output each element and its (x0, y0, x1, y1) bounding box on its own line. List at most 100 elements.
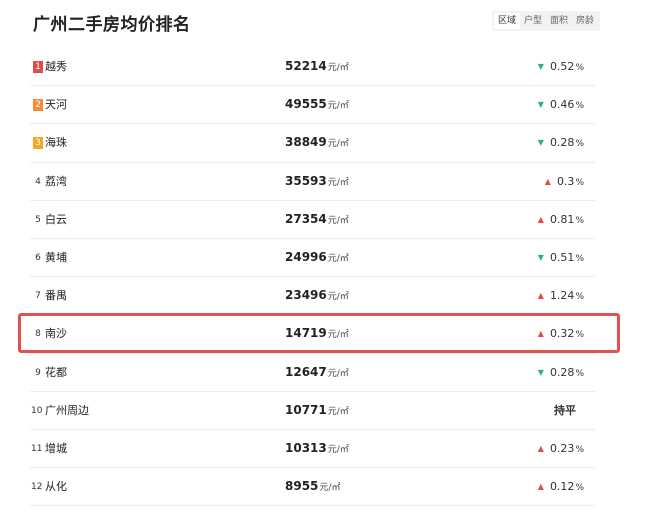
price-number: 52214 (285, 59, 327, 73)
district-name[interactable]: 番禺 (45, 288, 67, 304)
district-name[interactable]: 越秀 (45, 59, 67, 75)
list-item[interactable]: 5 白云 27354元/㎡ ▲ 0.81% (30, 201, 596, 239)
triangle-down-icon: ▼ (537, 138, 544, 148)
price-value: 14719元/㎡ (285, 325, 349, 344)
price-value: 27354元/㎡ (285, 211, 349, 230)
price-unit: 元/㎡ (327, 63, 349, 73)
price-unit: 元/㎡ (327, 292, 349, 303)
rank-badge: 2 (33, 99, 43, 112)
percent-sign: % (575, 139, 584, 150)
change-percent: 0.12 (549, 480, 575, 494)
triangle-up-icon: ▲ (537, 482, 544, 492)
price-unit: 元/㎡ (327, 406, 349, 417)
change-value: ▼ 0.52% (538, 59, 584, 76)
list-item[interactable]: 10 广州周边 10771元/㎡ 持平 (30, 392, 596, 430)
list-item[interactable]: 6 黄埔 24996元/㎡ ▼ 0.51% (30, 239, 596, 278)
flat-label: 持平 (554, 403, 576, 417)
change-value: ▲ 1.24% (538, 288, 584, 305)
list-item[interactable]: 1 越秀 52214元/㎡ ▼ 0.52% (30, 48, 596, 87)
district-name[interactable]: 海珠 (45, 135, 67, 151)
price-value: 8955元/㎡ (285, 478, 340, 497)
rank-badge: 1 (33, 61, 43, 73)
tab-district[interactable]: 区域 (494, 13, 521, 29)
change-percent: 0.52 (549, 60, 575, 73)
percent-sign: % (575, 368, 584, 379)
rank-badge: 4 (35, 176, 41, 187)
tab-bar: 区域 户型 面积 房龄 (492, 11, 601, 31)
rank-badge: 9 (35, 367, 41, 378)
triangle-down-icon: ▼ (537, 62, 544, 71)
price-unit: 元/㎡ (327, 330, 349, 341)
tab-area[interactable]: 面积 (546, 13, 572, 29)
tab-layout[interactable]: 户型 (520, 13, 546, 29)
district-name[interactable]: 广州周边 (45, 403, 89, 419)
ranking-list: 1 越秀 52214元/㎡ ▼ 0.52% 2 天河 49555元/㎡ ▼ 0.46% 3 海珠 388… (30, 48, 596, 507)
change-value: ▼ 0.28% (538, 135, 584, 152)
rank-badge: 3 (33, 137, 43, 150)
percent-sign: % (575, 483, 584, 494)
percent-sign: % (575, 215, 584, 226)
district-name[interactable]: 天河 (45, 97, 67, 113)
change-value: ▼ 0.51% (538, 250, 584, 267)
district-name[interactable]: 从化 (45, 479, 67, 495)
change-value: 持平 (554, 403, 584, 419)
triangle-down-icon: ▼ (537, 367, 544, 377)
rank-badge: 7 (35, 291, 41, 302)
price-number: 12647 (285, 364, 327, 379)
price-number: 14719 (285, 326, 327, 341)
percent-sign: % (575, 444, 584, 455)
price-unit: 元/㎡ (327, 177, 349, 188)
price-number: 27354 (285, 211, 327, 226)
list-item[interactable]: 11 增城 10313元/㎡ ▲ 0.23% (30, 430, 596, 469)
price-unit: 元/㎡ (327, 253, 349, 264)
district-name[interactable]: 增城 (45, 441, 67, 457)
change-value: ▲ 0.81% (538, 212, 584, 229)
percent-sign: % (575, 253, 584, 264)
triangle-up-icon: ▲ (537, 443, 544, 453)
rank-badge: 12 (31, 482, 43, 493)
list-item[interactable]: 8 南沙 14719元/㎡ ▲ 0.32% (30, 315, 596, 354)
price-number: 35593 (285, 173, 327, 188)
price-unit: 元/㎡ (319, 483, 341, 494)
district-name[interactable]: 白云 (45, 212, 67, 228)
price-value: 23496元/㎡ (285, 287, 349, 306)
list-item[interactable]: 7 番禺 23496元/㎡ ▲ 1.24% (30, 277, 596, 316)
change-percent: 1.24 (549, 289, 575, 303)
change-value: ▲ 0.23% (538, 441, 584, 458)
list-item[interactable]: 4 荔湾 35593元/㎡ ▲ 0.3% (30, 163, 596, 201)
district-name[interactable]: 荔湾 (45, 174, 67, 190)
price-value: 49555元/㎡ (285, 96, 349, 115)
price-number: 24996 (285, 249, 327, 264)
percent-sign: % (575, 101, 584, 112)
change-percent: 0.32 (549, 327, 575, 341)
district-name[interactable]: 花都 (45, 365, 67, 381)
price-value: 38849元/㎡ (285, 134, 349, 153)
rank-badge: 11 (31, 443, 43, 454)
rank-badge: 10 (31, 405, 43, 416)
tab-age[interactable]: 房龄 (572, 13, 598, 29)
change-value: ▲ 0.3% (545, 174, 584, 191)
district-name[interactable]: 黄埔 (45, 250, 67, 266)
change-percent: 0.51 (549, 250, 575, 264)
change-percent: 0.81 (549, 212, 575, 226)
change-percent: 0.23 (549, 441, 575, 455)
list-item[interactable]: 12 从化 8955元/㎡ ▲ 0.12% (30, 468, 596, 507)
price-number: 49555 (285, 97, 327, 112)
price-unit: 元/㎡ (327, 101, 349, 112)
rank-badge: 5 (35, 214, 41, 225)
percent-sign: % (575, 177, 584, 188)
price-value: 10771元/㎡ (285, 402, 349, 421)
district-name[interactable]: 南沙 (45, 326, 67, 342)
list-item[interactable]: 3 海珠 38849元/㎡ ▼ 0.28% (30, 124, 596, 163)
list-item[interactable]: 9 花都 12647元/㎡ ▼ 0.28% (30, 354, 596, 392)
list-item[interactable]: 2 天河 49555元/㎡ ▼ 0.46% (30, 86, 596, 125)
price-unit: 元/㎡ (327, 368, 349, 379)
percent-sign: % (575, 330, 584, 341)
price-unit: 元/㎡ (327, 444, 349, 455)
change-value: ▲ 0.12% (538, 479, 584, 496)
change-percent: 0.28 (549, 365, 575, 379)
rank-badge: 8 (35, 329, 41, 340)
change-value: ▼ 0.28% (538, 365, 584, 382)
change-percent: 0.3 (556, 174, 575, 188)
triangle-up-icon: ▲ (544, 176, 551, 186)
